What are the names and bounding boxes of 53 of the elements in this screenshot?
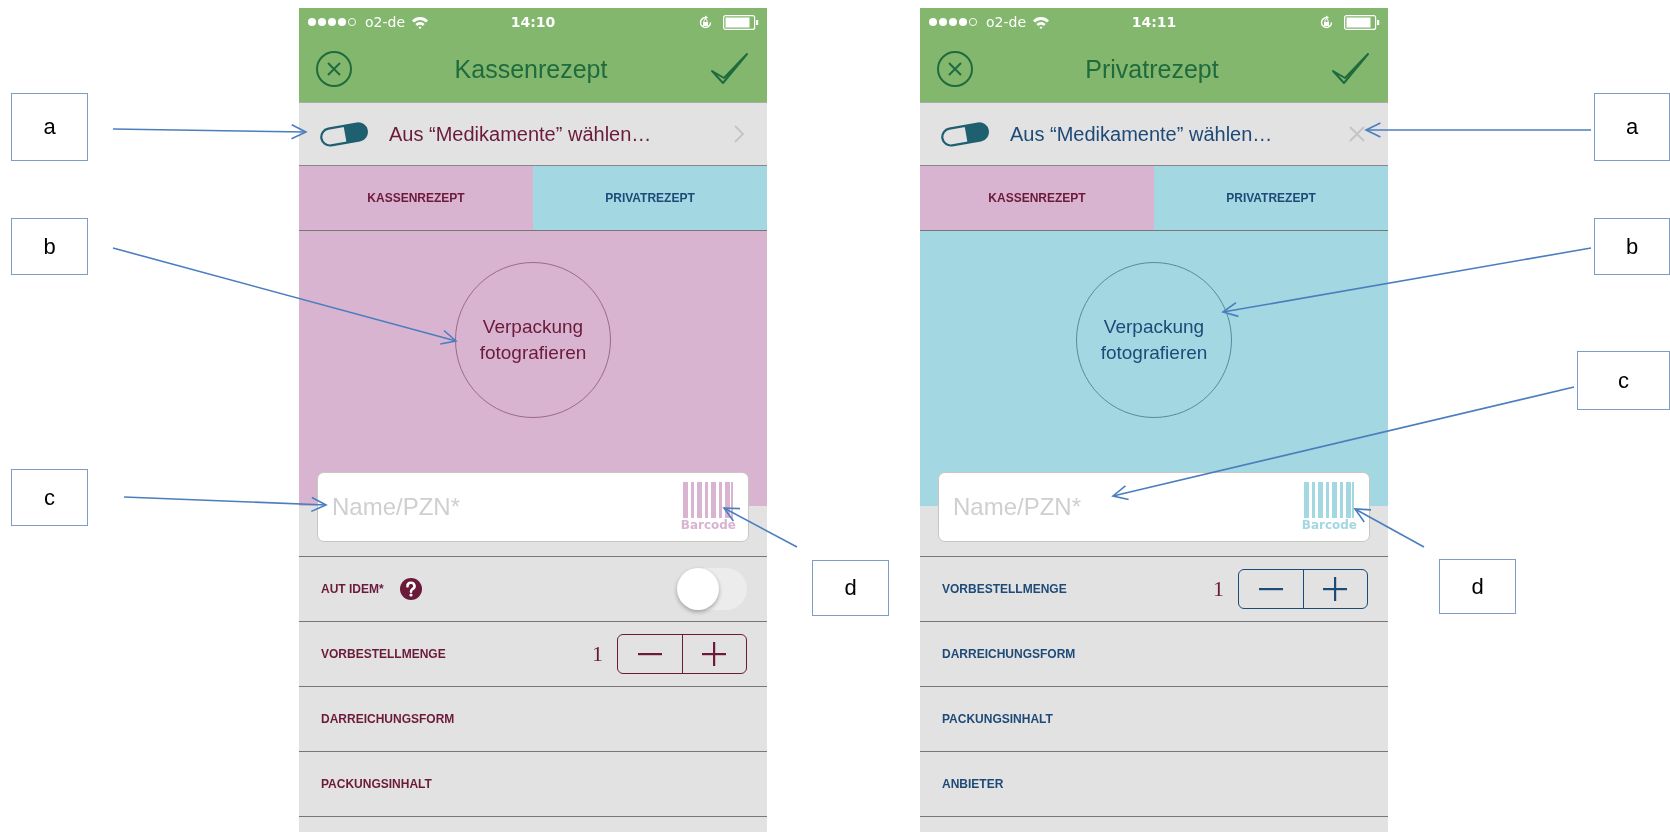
row-label: AUT IDEM* bbox=[321, 582, 384, 596]
chevron-right-icon bbox=[733, 124, 745, 144]
callout-label: a bbox=[11, 93, 88, 161]
rotation-lock-icon bbox=[1319, 14, 1334, 30]
close-icon[interactable] bbox=[936, 50, 974, 88]
signal-icon bbox=[928, 17, 980, 27]
screen-title: Kassenrezept bbox=[454, 54, 608, 84]
row-label: DARREICHUNGSFORM bbox=[321, 712, 455, 726]
callout-label: b bbox=[1594, 218, 1670, 275]
pill-icon bbox=[940, 121, 990, 147]
checkmark-icon[interactable] bbox=[709, 51, 749, 87]
battery-icon bbox=[723, 14, 759, 30]
tab[interactable]: PRIVATREZEPT bbox=[1154, 166, 1388, 230]
screen-title: Privatrezept bbox=[1085, 54, 1219, 84]
battery-icon bbox=[1344, 14, 1380, 30]
row-label: VORBESTELLMENGE bbox=[942, 582, 1067, 596]
toggle-switch[interactable] bbox=[677, 568, 747, 610]
wifi-icon bbox=[411, 15, 430, 29]
plus-icon bbox=[1323, 577, 1348, 601]
callout-label: a bbox=[1594, 93, 1670, 161]
callout-label: d bbox=[1439, 559, 1516, 614]
picker-text: Aus “Medikamente” wählen… bbox=[389, 122, 653, 146]
close-icon[interactable] bbox=[315, 50, 353, 88]
tab[interactable]: KASSENREZEPT bbox=[299, 166, 533, 230]
row-label: DARREICHUNGSFORM bbox=[942, 647, 1076, 661]
row-label: PACKUNGSINHALT bbox=[942, 712, 1053, 726]
picker-text: Aus “Medikamente” wählen… bbox=[1010, 122, 1274, 146]
quantity-value: 1 bbox=[1213, 576, 1224, 602]
quantity-value: 1 bbox=[592, 641, 603, 667]
row-label: ANBIETER bbox=[942, 777, 1004, 791]
row-label: VORBESTELLMENGE bbox=[321, 647, 446, 661]
status-time: 14:11 bbox=[1131, 14, 1177, 30]
wifi-icon bbox=[1032, 15, 1051, 29]
quantity-stepper[interactable] bbox=[1238, 569, 1368, 609]
callout-label: c bbox=[1577, 351, 1670, 410]
callout-label: b bbox=[11, 218, 88, 275]
carrier-name: o2-de bbox=[365, 14, 406, 30]
tab[interactable]: PRIVATREZEPT bbox=[533, 166, 767, 230]
tab[interactable]: KASSENREZEPT bbox=[920, 166, 1154, 230]
pill-icon bbox=[319, 121, 369, 147]
status-time: 14:10 bbox=[510, 14, 556, 30]
row-label: PACKUNGSINHALT bbox=[321, 777, 432, 791]
callout-label: c bbox=[11, 469, 88, 526]
quantity-stepper[interactable] bbox=[617, 634, 747, 674]
help-icon[interactable] bbox=[399, 578, 422, 600]
minus-icon bbox=[1258, 587, 1283, 591]
checkmark-icon[interactable] bbox=[1330, 51, 1370, 87]
signal-icon bbox=[307, 17, 359, 27]
rotation-lock-icon bbox=[698, 14, 713, 30]
minus-icon bbox=[637, 652, 662, 656]
plus-icon bbox=[702, 642, 727, 666]
carrier-name: o2-de bbox=[986, 14, 1027, 30]
callout-label: d bbox=[812, 560, 889, 616]
